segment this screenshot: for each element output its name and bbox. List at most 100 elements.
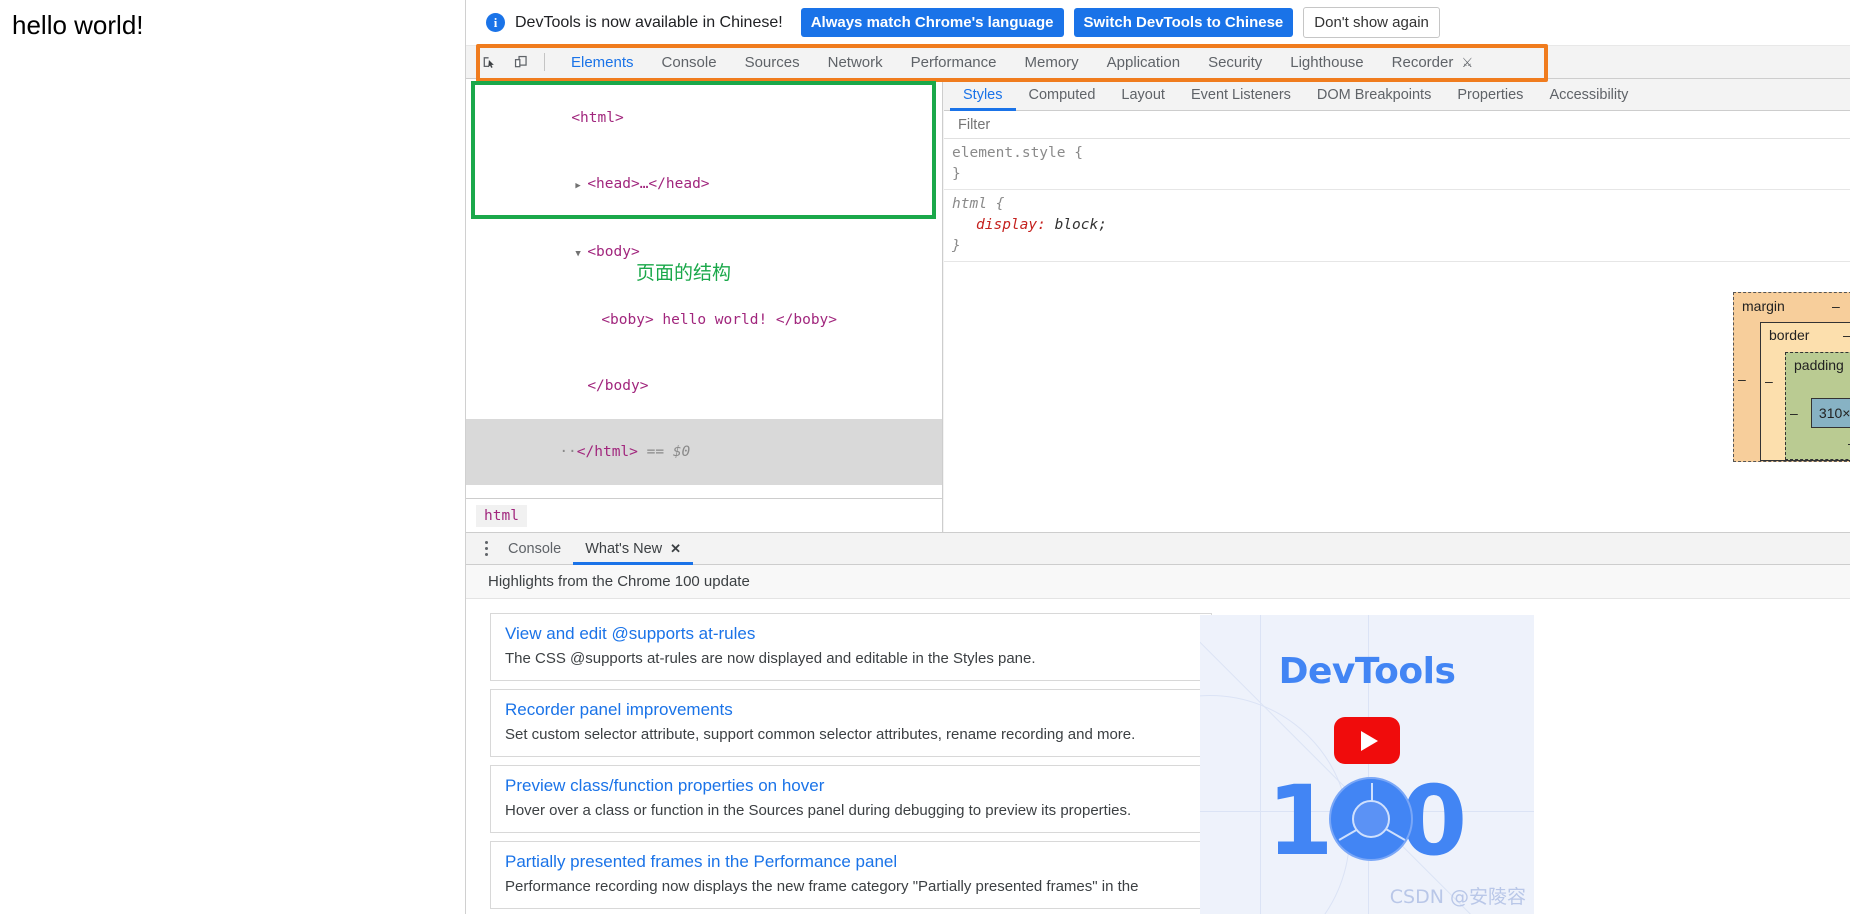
box-model-content-size[interactable]: 310×791.333 — [1811, 398, 1850, 428]
breadcrumb-html[interactable]: html — [476, 504, 527, 527]
css-close-brace: } — [952, 166, 961, 182]
tab-performance[interactable]: Performance — [897, 46, 1011, 79]
styles-filter-input[interactable] — [956, 115, 1216, 134]
dom-line-selected[interactable]: ··</html> == $0 — [466, 419, 942, 485]
devtools-drawer: Console What's New ✕ Highlights from the… — [466, 532, 1850, 914]
box-model-margin[interactable]: margin – – – border – – – padding – – – — [1733, 292, 1850, 462]
tab-elements-label: Elements — [571, 53, 634, 71]
tab-network-label: Network — [827, 53, 883, 71]
device-toolbar-icon[interactable] — [508, 49, 534, 75]
dom-line-text: <boby> hello world! </boby> — [601, 312, 838, 328]
tab-security[interactable]: Security — [1194, 46, 1276, 79]
css-selector: element.style { — [952, 145, 1083, 161]
tab-performance-label: Performance — [910, 53, 997, 71]
dom-line[interactable]: </body> — [466, 353, 942, 419]
tab-recorder[interactable]: Recorder ⚔ — [1378, 46, 1488, 79]
chevron-right-icon[interactable]: ▶ — [575, 175, 587, 197]
tab-properties[interactable]: Properties — [1444, 79, 1536, 111]
tab-application[interactable]: Application — [1093, 46, 1194, 79]
tab-properties-label: Properties — [1457, 86, 1524, 103]
tab-memory[interactable]: Memory — [1011, 46, 1093, 79]
whats-new-body: View and edit @supports at-rules The CSS… — [466, 599, 1850, 914]
tab-layout[interactable]: Layout — [1108, 79, 1178, 111]
switch-to-chinese-button[interactable]: Switch DevTools to Chinese — [1073, 8, 1294, 37]
css-rule-element-style[interactable]: element.style { } — [944, 139, 1850, 190]
kebab-menu-icon[interactable] — [476, 541, 496, 556]
whats-new-card-desc: Hover over a class or function in the So… — [505, 802, 1132, 819]
dom-line-text: <head>…</head> — [587, 176, 710, 192]
browser-page-content: hello world! — [0, 0, 466, 914]
box-model-padding-label: padding — [1794, 357, 1844, 373]
tab-styles[interactable]: Styles — [950, 79, 1016, 111]
tab-event-listeners[interactable]: Event Listeners — [1178, 79, 1304, 111]
tab-computed-label: Computed — [1028, 86, 1096, 103]
screenshot-root: hello world! i DevTools is now available… — [0, 0, 1850, 914]
tab-computed[interactable]: Computed — [1016, 79, 1109, 111]
dom-line-text: </html> — [576, 444, 638, 460]
box-model-border[interactable]: border – – – padding – – – – 310×791.333 — [1760, 322, 1850, 461]
whats-new-card-title[interactable]: Recorder panel improvements — [505, 700, 1197, 720]
drawer-tab-console[interactable]: Console — [496, 533, 573, 565]
whats-new-card[interactable]: Preview class/function properties on hov… — [490, 765, 1212, 833]
elements-dom-panel[interactable]: <html> ▶ <head>…</head> ▼ <body> <boby> he… — [466, 79, 943, 498]
styles-sidebar-panel: Styles Computed Layout Event Listeners D… — [944, 79, 1850, 532]
box-model-border-label: border — [1769, 327, 1810, 343]
devtools-main-tabbar: Elements Console Sources Network Perform… — [466, 46, 1850, 79]
whats-new-card-title[interactable]: Partially presented frames in the Perfor… — [505, 852, 1197, 872]
box-model-diagram[interactable]: margin – – – border – – – padding – – – — [1733, 292, 1850, 462]
box-model-padding-left-value: – — [1790, 405, 1798, 421]
dom-line[interactable]: <boby> hello world! </boby> — [466, 287, 942, 353]
tab-elements[interactable]: Elements — [557, 46, 648, 79]
flask-icon: ⚔ — [1461, 54, 1474, 70]
css-selector: html { — [952, 196, 1005, 212]
whats-new-card-desc: Performance recording now displays the n… — [505, 878, 1139, 895]
tab-dom-breakpoints[interactable]: DOM Breakpoints — [1304, 79, 1444, 111]
close-icon[interactable]: ✕ — [670, 533, 681, 565]
tab-lighthouse[interactable]: Lighthouse — [1276, 46, 1377, 79]
page-hello-text: hello world! — [12, 10, 144, 40]
tab-sources[interactable]: Sources — [731, 46, 814, 79]
tab-lighthouse-label: Lighthouse — [1290, 53, 1364, 71]
devtools-window: i DevTools is now available in Chinese! … — [466, 0, 1850, 914]
whats-new-card[interactable]: Partially presented frames in the Perfor… — [490, 841, 1212, 909]
box-model-border-left-value: – — [1765, 373, 1773, 389]
tab-accessibility[interactable]: Accessibility — [1536, 79, 1641, 111]
box-model-margin-label: margin — [1742, 298, 1785, 314]
tab-application-label: Application — [1106, 53, 1181, 71]
inspect-element-icon[interactable] — [476, 49, 502, 75]
whats-new-card-title[interactable]: Preview class/function properties on hov… — [505, 776, 1197, 796]
whats-new-subtitle: Highlights from the Chrome 100 update — [466, 565, 1850, 599]
dom-breadcrumb-bar: html — [466, 498, 943, 532]
box-model-padding[interactable]: padding – – – – 310×791.333 — [1785, 352, 1850, 460]
language-notification-bar: i DevTools is now available in Chinese! … — [466, 0, 1850, 46]
devtools-toolbar-icons — [466, 49, 557, 75]
tab-accessibility-label: Accessibility — [1549, 86, 1629, 103]
info-icon: i — [486, 13, 505, 32]
css-declaration[interactable]: display: block; — [952, 215, 1850, 236]
whats-new-card-desc: Set custom selector attribute, support c… — [505, 726, 1136, 743]
styles-sidebar-tabbar: Styles Computed Layout Event Listeners D… — [944, 79, 1850, 111]
main-tab-list: Elements Console Sources Network Perform… — [557, 46, 1487, 79]
whats-new-hero-image: DevTools 100 CSDN @安陵容 — [1200, 615, 1534, 914]
tab-memory-label: Memory — [1024, 53, 1079, 71]
box-model-margin-left-value: – — [1738, 371, 1746, 387]
css-property-name: display — [976, 217, 1038, 233]
tab-console[interactable]: Console — [648, 46, 731, 79]
whats-new-card[interactable]: View and edit @supports at-rules The CSS… — [490, 613, 1212, 681]
dom-line[interactable]: ▶ <head>…</head> — [466, 151, 942, 219]
tab-recorder-label: Recorder — [1391, 53, 1454, 71]
dom-line-text: </body> — [587, 378, 649, 394]
whats-new-card-title[interactable]: View and edit @supports at-rules — [505, 624, 1197, 644]
tab-network[interactable]: Network — [814, 46, 897, 79]
always-match-language-button[interactable]: Always match Chrome's language — [800, 8, 1064, 37]
dom-tree-annotation-label: 页面的结构 — [636, 262, 732, 284]
youtube-play-icon[interactable] — [1334, 717, 1400, 764]
box-model-margin-top-value: – — [1832, 298, 1840, 314]
box-model-border-top-value: – — [1843, 327, 1850, 343]
whats-new-card[interactable]: Recorder panel improvements Set custom s… — [490, 689, 1212, 757]
css-rule-html[interactable]: html { display: block; } — [944, 190, 1850, 262]
chevron-down-icon[interactable]: ▼ — [575, 243, 587, 265]
dom-line[interactable]: <html> — [466, 85, 942, 151]
drawer-tab-whats-new[interactable]: What's New ✕ — [573, 533, 693, 565]
dont-show-again-button[interactable]: Don't show again — [1303, 7, 1440, 38]
